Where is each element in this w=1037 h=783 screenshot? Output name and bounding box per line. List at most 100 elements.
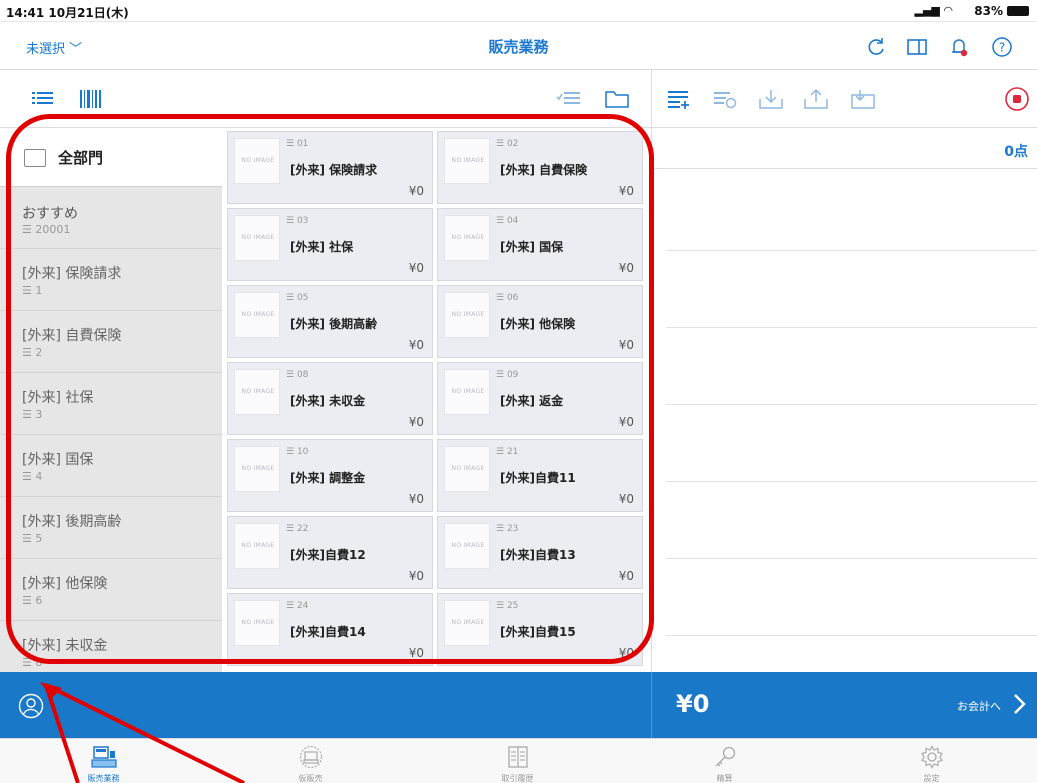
receipt-import-icon[interactable] [850,87,876,111]
product-price: ¥0 [408,569,424,583]
category-all[interactable]: 全部門 [0,129,222,187]
product-price: ¥0 [618,338,634,352]
category-list: 全部門 おすすめ ☰ 20001 [外来] 保険請求 ☰ 1 [外来] 自費保険 ☰ 2[… [0,129,222,672]
category-item[interactable]: おすすめ ☰ 20001 [0,187,222,249]
product-image-placeholder: NO IMAGE [234,138,280,184]
cart-row-divider [666,327,1037,328]
product-tile[interactable]: NO IMAGE ☰ 23 [外来]自費13 ¥0 [437,516,643,589]
product-image-placeholder: NO IMAGE [234,600,280,646]
product-code: ☰ 23 [496,524,519,534]
stop-icon[interactable] [1004,86,1030,112]
category-code-value: 6 [35,594,43,607]
checklist-icon[interactable] [556,87,582,111]
chevron-right-icon[interactable] [1011,692,1027,716]
category-item[interactable]: [外来] 国保 ☰ 4 [0,435,222,497]
no-image-text: NO IMAGE [451,619,485,626]
product-name: [外来] 自費保険 [500,163,588,177]
no-image-text: NO IMAGE [451,542,485,549]
category-item[interactable]: [外来] 保険請求 ☰ 1 [0,249,222,311]
product-tile[interactable]: NO IMAGE ☰ 02 [外来] 自費保険 ¥0 [437,131,643,204]
help-icon[interactable]: ? [991,36,1013,58]
svg-text:?: ? [999,41,1005,55]
category-code-value: 2 [35,346,43,359]
category-item[interactable]: [外来] 後期高齢 ☰ 5 [0,497,222,559]
tab-history[interactable]: 取引履歴 [414,739,621,783]
product-image-placeholder: NO IMAGE [444,292,490,338]
category-item[interactable]: [外来] 未収金 ☰ 8 [0,621,222,672]
tab-label: 設定 [923,774,940,783]
split-view-icon[interactable] [906,36,928,58]
category-code: ☰ 20001 [22,223,71,236]
product-code: ☰ 08 [286,370,309,380]
folder-icon[interactable] [604,87,630,111]
product-image-placeholder: NO IMAGE [234,523,280,569]
customer-icon[interactable] [18,693,44,719]
product-code-value: 01 [296,139,309,149]
product-code: ☰ 24 [286,601,309,611]
cart-row-divider [666,481,1037,482]
category-name: [外来] 未収金 [22,638,108,654]
category-item[interactable]: [外来] 他保険 ☰ 6 [0,559,222,621]
category-all-label: 全部門 [58,149,104,167]
product-code-value: 09 [506,370,519,380]
product-code-value: 04 [506,216,519,226]
add-line-icon[interactable] [666,87,692,111]
refresh-icon[interactable] [865,36,887,58]
product-price: ¥0 [408,492,424,506]
category-code-value: 8 [35,656,43,669]
product-code: ☰ 10 [286,447,309,457]
product-image-placeholder: NO IMAGE [444,600,490,646]
product-tile[interactable]: NO IMAGE ☰ 22 [外来]自費12 ¥0 [227,516,433,589]
product-price: ¥0 [408,184,424,198]
product-tile[interactable]: NO IMAGE ☰ 10 [外来] 調整金 ¥0 [227,439,433,512]
category-code: ☰ 1 [22,284,43,297]
product-tile[interactable]: NO IMAGE ☰ 03 [外来] 社保 ¥0 [227,208,433,281]
product-tile[interactable]: NO IMAGE ☰ 04 [外来] 国保 ¥0 [437,208,643,281]
no-image-text: NO IMAGE [451,311,485,318]
product-code: ☰ 22 [286,524,309,534]
barcode-icon[interactable] [78,87,104,111]
product-code: ☰ 04 [496,216,519,226]
category-item[interactable]: [外来] 自費保険 ☰ 2 [0,311,222,373]
tab-bar: 販売業務 仮販売 取引履歴 精算 設定 [0,738,1037,783]
category-name: [外来] 他保険 [22,576,108,592]
category-name: [外来] 国保 [22,452,94,468]
total-amount: ¥0 [676,690,710,718]
product-price: ¥0 [408,261,424,275]
key-icon [715,746,736,767]
product-tile[interactable]: NO IMAGE ☰ 09 [外来] 返金 ¥0 [437,362,643,435]
category-code-value: 4 [35,470,43,483]
list-view-icon[interactable] [30,87,56,111]
checkout-button[interactable]: お会計へ [957,698,1001,714]
product-tile[interactable]: NO IMAGE ☰ 25 [外来]自費15 ¥0 [437,593,643,666]
category-code: ☰ 5 [22,532,43,545]
tab-sales[interactable]: 販売業務 [0,739,207,783]
no-image-text: NO IMAGE [241,388,275,395]
tab-settings[interactable]: 設定 [828,739,1035,783]
product-name: [外来] 他保険 [500,317,576,331]
product-grid: NO IMAGE ☰ 01 [外来] 保険請求 ¥0 NO IMAGE ☰ 02 [外来] … [222,129,650,672]
product-tile[interactable]: NO IMAGE ☰ 06 [外来] 他保険 ¥0 [437,285,643,358]
tab-temp-sale[interactable]: 仮販売 [207,739,414,783]
cart-count-row: 0点 [652,129,1037,169]
history-list-icon[interactable] [712,87,738,111]
category-name: [外来] 後期高齢 [22,514,122,530]
product-tile[interactable]: NO IMAGE ☰ 01 [外来] 保険請求 ¥0 [227,131,433,204]
product-code: ☰ 25 [496,601,519,611]
product-tile[interactable]: NO IMAGE ☰ 05 [外来] 後期高齢 ¥0 [227,285,433,358]
product-tile[interactable]: NO IMAGE ☰ 24 [外来]自費14 ¥0 [227,593,433,666]
category-item[interactable]: [外来] 社保 ☰ 3 [0,373,222,435]
tray-in-icon[interactable] [758,87,784,111]
tray-out-icon[interactable] [803,87,829,111]
product-code-value: 08 [296,370,309,380]
cart-row-divider [666,404,1037,405]
product-name: [外来]自費13 [500,548,576,562]
notification-bell-icon[interactable] [948,36,970,58]
tab-settlement[interactable]: 精算 [621,739,828,783]
product-tile[interactable]: NO IMAGE ☰ 21 [外来]自費11 ¥0 [437,439,643,512]
product-tile[interactable]: NO IMAGE ☰ 08 [外来] 未収金 ¥0 [227,362,433,435]
product-code: ☰ 03 [286,216,309,226]
product-image-placeholder: NO IMAGE [444,369,490,415]
product-price: ¥0 [408,415,424,429]
category-code: ☰ 8 [22,656,43,669]
